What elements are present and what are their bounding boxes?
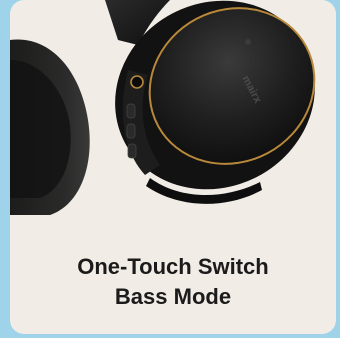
page: mairx One-Touch Switch Bass Mode [0, 0, 340, 338]
feature-title: One-Touch Switch Bass Mode [10, 252, 336, 312]
control-button-3 [127, 143, 137, 159]
feature-title-line-2: Bass Mode [114, 284, 232, 309]
feature-card: mairx One-Touch Switch Bass Mode [10, 0, 336, 334]
feature-title-line-1: One-Touch Switch [77, 254, 269, 279]
left-ear-cup [10, 39, 90, 215]
headphone-image: mairx [10, 0, 316, 215]
control-button-1 [126, 103, 136, 119]
control-button-2 [126, 123, 136, 139]
audio-jack-icon [130, 75, 144, 89]
